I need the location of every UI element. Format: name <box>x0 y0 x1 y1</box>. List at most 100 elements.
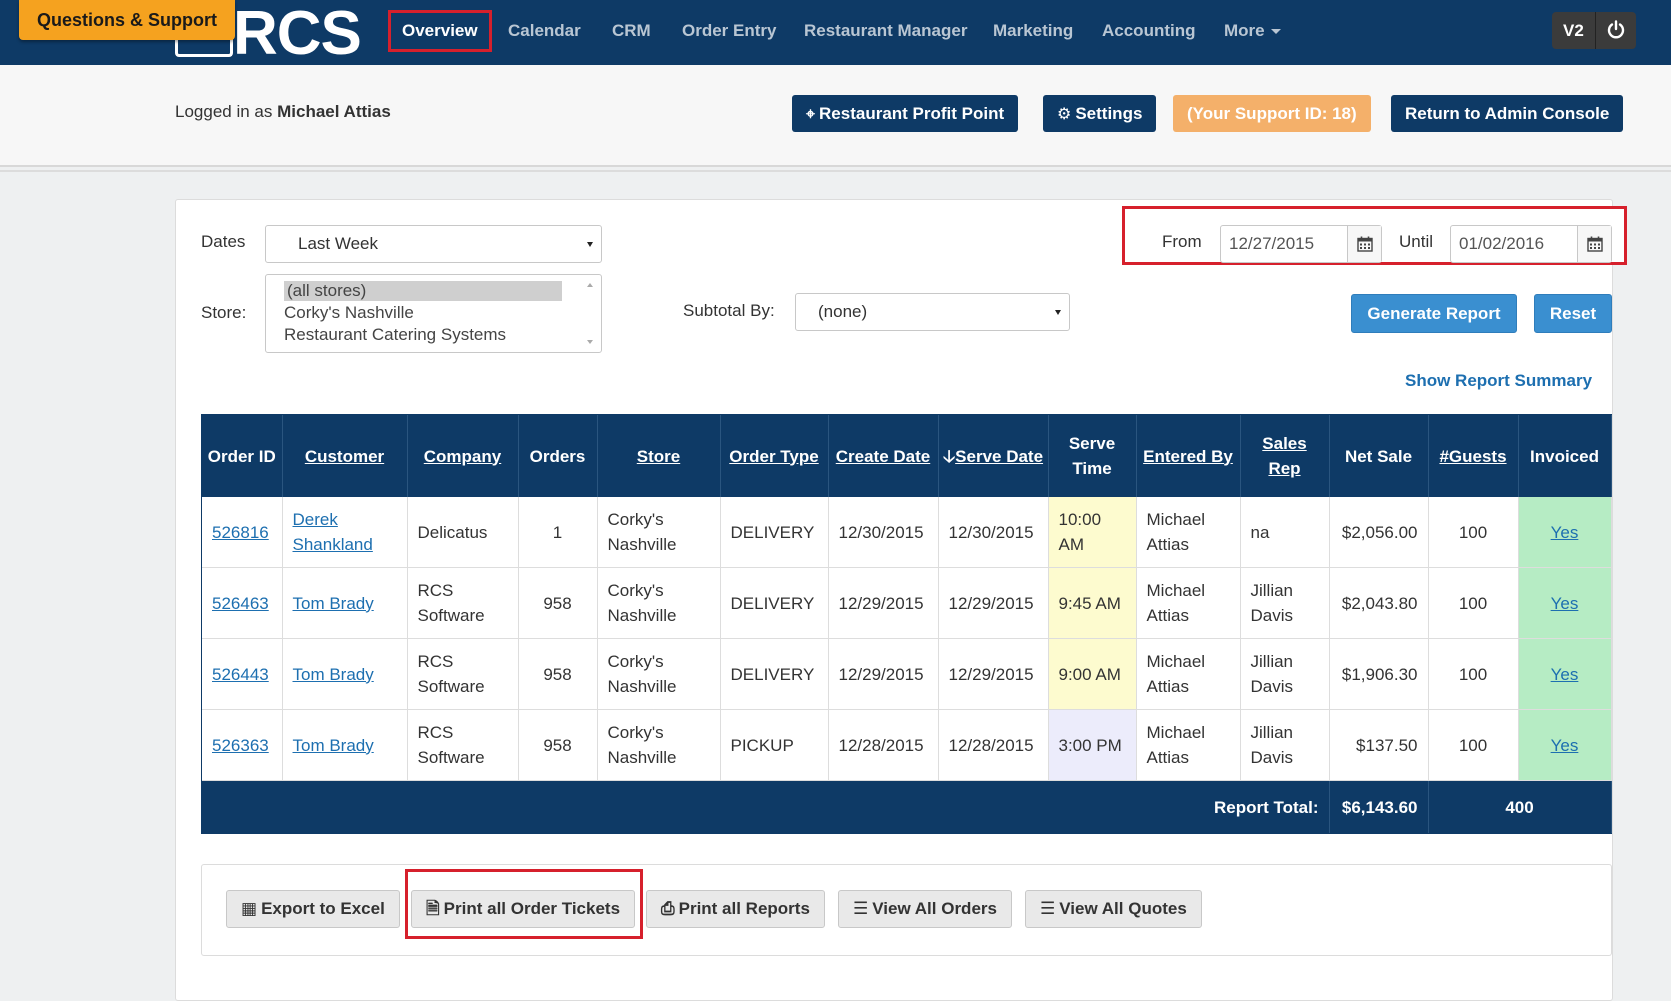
create-date-cell: 12/29/2015 <box>828 567 939 639</box>
calendar-icon[interactable] <box>1577 226 1611 262</box>
scroll-up-icon[interactable] <box>587 283 593 287</box>
logo-text: RCS <box>233 0 362 68</box>
report-total-guests: 400 <box>1428 780 1612 833</box>
until-date-input[interactable]: 01/02/2016 <box>1450 225 1612 263</box>
highlight-box <box>405 869 643 939</box>
subtotal-select[interactable]: (none) <box>795 293 1070 331</box>
order-id-link[interactable]: 526443 <box>212 665 269 684</box>
col-header-entered-by[interactable]: Entered By <box>1136 415 1241 497</box>
col-header-order-type[interactable]: Order Type <box>720 415 829 497</box>
settings-button[interactable]: ⚙ Settings <box>1043 95 1157 132</box>
order-id-link[interactable]: 526363 <box>212 736 269 755</box>
customer-link[interactable]: Derek Shankland <box>293 510 373 554</box>
restaurant-profit-point-label: Restaurant Profit Point <box>819 104 1005 123</box>
dates-select[interactable]: Last Week <box>265 225 602 263</box>
net-sale-cell: $2,056.00 <box>1329 497 1429 568</box>
orders-cell: 958 <box>518 709 598 781</box>
entered-by-cell: Michael Attias <box>1136 567 1241 639</box>
invoiced-link[interactable]: Yes <box>1551 736 1579 755</box>
sales-rep-cell: Jillian Davis <box>1240 567 1330 639</box>
logged-in-user: Michael Attias <box>277 102 391 121</box>
store-option[interactable]: Restaurant Catering Systems <box>284 325 506 345</box>
nav-overview[interactable]: Overview <box>388 10 492 52</box>
col-header-customer[interactable]: Customer <box>282 415 408 497</box>
order-id-link[interactable]: 526816 <box>212 523 269 542</box>
generate-report-button[interactable]: Generate Report <box>1351 294 1517 333</box>
view-all-orders-label: View All Orders <box>872 899 997 918</box>
order-id-link[interactable]: 526463 <box>212 594 269 613</box>
col-header-net-sale: Net Sale <box>1329 415 1429 497</box>
col-header-guests[interactable]: #Guests <box>1428 415 1519 497</box>
col-header-serve-date[interactable]: 🡣Serve Date <box>938 415 1049 497</box>
col-header-order-type-label: Order Type <box>729 446 819 466</box>
col-header-create-date-label: Create Date <box>835 446 931 466</box>
from-date-value: 12/27/2015 <box>1229 234 1315 253</box>
list-icon: ☰ <box>1040 899 1056 918</box>
until-label: Until <box>1399 232 1434 251</box>
col-header-company[interactable]: Company <box>407 415 519 497</box>
list-icon: ☰ <box>853 899 869 918</box>
subtotal-select-value: (none) <box>818 302 868 321</box>
serve-date-cell: 12/29/2015 <box>938 638 1049 710</box>
sort-arrow-down-icon: 🡣 <box>942 446 956 466</box>
store-option[interactable]: Corky's Nashville <box>284 303 414 323</box>
print-reports-button[interactable]: ⎙ Print all Reports <box>646 890 825 928</box>
col-header-create-date[interactable]: Create Date <box>828 415 939 497</box>
nav-order-entry[interactable]: Order Entry <box>682 0 776 62</box>
orders-cell: 958 <box>518 638 598 710</box>
net-sale-cell: $2,043.80 <box>1329 567 1429 639</box>
customer-link[interactable]: Tom Brady <box>293 665 374 684</box>
net-sale-cell: $1,906.30 <box>1329 638 1429 710</box>
power-icon[interactable] <box>1595 12 1636 49</box>
serve-time-cell: 9:00 AM <box>1048 638 1137 710</box>
order-type-cell: PICKUP <box>720 709 829 781</box>
store-option[interactable]: (all stores) <box>284 281 562 301</box>
nav-accounting[interactable]: Accounting <box>1102 0 1196 62</box>
calendar-icon[interactable] <box>1347 226 1381 262</box>
customer-link[interactable]: Tom Brady <box>293 594 374 613</box>
company-cell: RCS Software <box>407 638 519 710</box>
col-header-customer-label: Customer <box>304 446 385 466</box>
scroll-down-icon[interactable] <box>587 340 593 344</box>
store-listbox[interactable]: (all stores) Corky's Nashville Restauran… <box>265 274 602 353</box>
return-admin-console-button[interactable]: Return to Admin Console <box>1391 95 1624 132</box>
order-type-cell: DELIVERY <box>720 567 829 639</box>
reset-button[interactable]: Reset <box>1534 294 1612 333</box>
nav-more[interactable]: More <box>1224 0 1281 62</box>
questions-support-tab[interactable]: Questions & Support <box>19 0 235 40</box>
invoiced-link[interactable]: Yes <box>1551 594 1579 613</box>
customer-link[interactable]: Tom Brady <box>293 736 374 755</box>
caret-down-icon <box>1055 310 1061 315</box>
print-reports-label: Print all Reports <box>678 899 810 918</box>
sales-rep-cell: Jillian Davis <box>1240 638 1330 710</box>
net-sale-cell: $137.50 <box>1329 709 1429 781</box>
view-all-quotes-button[interactable]: ☰ View All Quotes <box>1025 890 1202 928</box>
support-id-button[interactable]: (Your Support ID: 18) <box>1173 95 1371 132</box>
nav-calendar[interactable]: Calendar <box>508 0 581 62</box>
report-total-net-sale: $6,143.60 <box>1329 780 1429 833</box>
invoiced-link[interactable]: Yes <box>1551 523 1579 542</box>
until-date-value: 01/02/2016 <box>1459 234 1545 253</box>
invoiced-link[interactable]: Yes <box>1551 665 1579 684</box>
serve-date-cell: 12/28/2015 <box>938 709 1049 781</box>
col-header-store[interactable]: Store <box>597 415 721 497</box>
nav-marketing[interactable]: Marketing <box>993 0 1073 62</box>
from-date-input[interactable]: 12/27/2015 <box>1220 225 1382 263</box>
guests-cell: 100 <box>1428 567 1519 639</box>
show-report-summary-link[interactable]: Show Report Summary <box>1405 371 1592 391</box>
export-excel-button[interactable]: ▦ Export to Excel <box>226 890 400 928</box>
col-header-company-label: Company <box>423 446 502 466</box>
create-date-cell: 12/28/2015 <box>828 709 939 781</box>
sales-rep-cell: Jillian Davis <box>1240 709 1330 781</box>
printer-icon: ⎙ <box>661 899 675 918</box>
nav-crm[interactable]: CRM <box>612 0 651 62</box>
serve-time-cell: 10:00 AM <box>1048 497 1137 568</box>
view-all-orders-button[interactable]: ☰ View All Orders <box>838 890 1012 928</box>
col-header-sales-rep[interactable]: Sales Rep <box>1240 415 1330 497</box>
version-button[interactable]: V2 <box>1552 12 1596 49</box>
restaurant-profit-point-button[interactable]: ⌖ Restaurant Profit Point <box>792 95 1019 132</box>
store-label: Store: <box>201 303 247 322</box>
col-header-store-label: Store <box>636 446 681 466</box>
guests-cell: 100 <box>1428 497 1519 568</box>
nav-restaurant-manager[interactable]: Restaurant Manager <box>804 0 967 62</box>
